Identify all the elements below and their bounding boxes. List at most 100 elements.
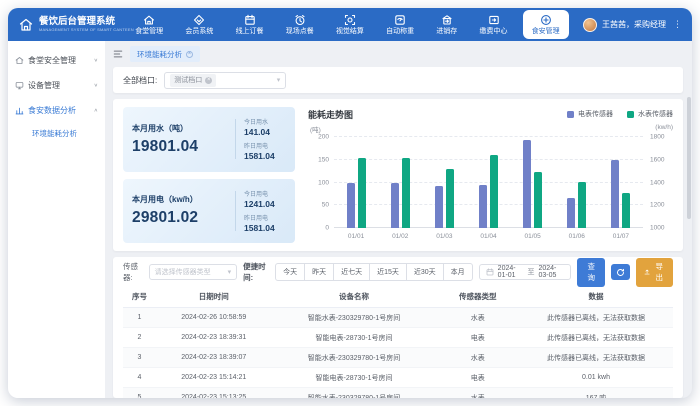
bar-电表传感器 [479,185,487,228]
main-content: 环境能耗分析 × 全部档口: 测试档口 × ▾ 本月用水（吨） 19801.04 今… [105,41,692,398]
nav-item-食堂管理[interactable]: 食堂管理 [128,11,170,38]
app-subtitle: MANAGEMENT SYSTEM OF SMART CANTEEN [39,27,134,32]
nav-item-label: 食堂管理 [135,28,163,35]
sidebar-item-食堂安全管理[interactable]: 食堂安全管理∨ [8,48,105,73]
tab-label: 环境能耗分析 [137,49,182,60]
stat-value: 19801.04 [132,138,227,156]
table-cell: 此传感器已离线，无法获取数据 [519,348,673,368]
collapse-menu-icon[interactable] [113,49,123,59]
left-axis-tick: 200 [318,134,329,141]
date-start: 2024-01-01 [498,265,524,279]
x-axis-label: 01/06 [569,233,585,240]
stat-divider [235,191,236,231]
chevron-down-icon: ▾ [228,268,232,276]
quick-time-本月[interactable]: 本月 [443,263,473,281]
quick-time-昨天[interactable]: 昨天 [304,263,334,281]
stall-tag-remove-icon[interactable]: × [205,77,212,84]
auto-weigh-icon [394,14,406,26]
table-cell: 水表 [437,308,520,328]
sidebar-item-label: 食安数据分析 [28,105,90,116]
nav-item-会员系统[interactable]: 会员系统 [178,11,220,38]
stat-title: 本月用水（吨） [132,123,227,134]
nav-item-现场点餐[interactable]: 现场点餐 [279,11,321,38]
date-end: 2024-03-05 [538,265,564,279]
scrollbar-track[interactable] [686,41,692,398]
sensor-filter-label: 传感器: [123,261,143,283]
stat-card-0: 本月用水（吨）19801.04今日用水141.04昨日用电1581.04 [123,107,295,172]
tab-close-icon[interactable]: × [186,51,193,58]
legend-swatch [627,111,634,118]
bar-电表传感器 [567,198,575,228]
column-header-序号: 序号 [123,286,156,308]
x-axis-label: 01/02 [392,233,408,240]
app-window: 餐饮后台管理系统 MANAGEMENT SYSTEM OF SMART CANT… [8,8,692,398]
quick-time-近30天[interactable]: 近30天 [406,263,444,281]
legend-item-水表传感器[interactable]: 水表传感器 [627,109,673,119]
bar-电表传感器 [523,140,531,228]
stat-sub-label: 今日用水 [244,117,286,126]
column-header-传感器类型: 传感器类型 [437,286,520,308]
nav-item-进销存[interactable]: 进销存 [429,11,464,38]
nav-item-线上订餐[interactable]: 线上订餐 [229,11,271,38]
sidebar-subitem-环境能耗分析[interactable]: 环境能耗分析 [8,123,105,144]
bar-group-01/01: 01/01 [347,137,366,228]
nav-item-缴费中心[interactable]: 缴费中心 [473,11,515,38]
nav-item-label: 自动称重 [386,28,414,35]
nav-item-视觉结算[interactable]: 视觉结算 [329,11,371,38]
scrollbar-thumb[interactable] [687,97,691,219]
sensor-type-select[interactable]: 请选择传感器类型 ▾ [149,264,238,280]
legend-item-电表传感器[interactable]: 电表传感器 [567,109,613,119]
app-logo: 餐饮后台管理系统 MANAGEMENT SYSTEM OF SMART CANT… [18,17,114,33]
inventory-icon [441,14,453,26]
stall-filter-bar: 全部档口: 测试档口 × ▾ [113,67,683,93]
search-button[interactable]: 查询 [577,258,605,287]
quick-time-今天[interactable]: 今天 [275,263,305,281]
canteen-safety-icon [15,56,24,65]
tab-bar: 环境能耗分析 × [113,46,683,62]
bar-水表传感器 [358,158,366,228]
quick-time-近15天[interactable]: 近15天 [369,263,407,281]
nav-item-label: 食安管理 [532,28,560,35]
stall-select[interactable]: 测试档口 × ▾ [164,72,286,89]
sidebar-item-食安数据分析[interactable]: 食安数据分析∧ [8,98,105,123]
sidebar-item-label: 食堂安全管理 [28,55,90,66]
nav-item-自动称重[interactable]: 自动称重 [379,11,421,38]
right-axis-unit: (kw/h) [655,124,673,131]
table-cell: 2024-02-23 15:14:21 [156,368,272,388]
table-row: 52024-02-23 15:13:25智能水表-230329780-1号房间水… [123,388,673,399]
date-range-picker[interactable]: 2024-01-01 至 2024-03-05 [479,264,572,280]
legend-label: 电表传感器 [578,109,613,119]
stat-title: 本月用电（kw/h） [132,194,227,205]
nav-item-食安管理[interactable]: 食安管理 [523,10,569,39]
onsite-order-icon [294,14,306,26]
right-axis-tick: 1800 [650,134,664,141]
sidebar-item-设备管理[interactable]: 设备管理∨ [8,73,105,98]
sidebar-item-label: 设备管理 [28,80,90,91]
table-cell: 1 [123,308,156,328]
table-row: 22024-02-23 18:39:31智能电表-28730-1号房间电表此传感… [123,328,673,348]
energy-overview-card: 本月用水（吨）19801.04今日用水141.04昨日用电1581.04本月用电… [113,99,683,251]
table-cell: 0.01 kwh [519,368,673,388]
member-icon [193,14,205,26]
quick-time-group: 今天昨天近七天近15天近30天本月 [275,263,473,281]
legend-label: 水表传感器 [638,109,673,119]
refresh-button[interactable] [611,264,630,280]
more-menu-icon[interactable]: ⋮ [671,19,684,30]
table-cell: 智能水表-230329780-1号房间 [272,388,437,399]
export-button[interactable]: 导出 [636,258,673,287]
date-separator: 至 [527,267,534,277]
top-header: 餐饮后台管理系统 MANAGEMENT SYSTEM OF SMART CANT… [8,8,692,41]
column-header-数据: 数据 [519,286,673,308]
nav-item-label: 进销存 [436,28,457,35]
stat-cards: 本月用水（吨）19801.04今日用水141.04昨日用电1581.04本月用电… [123,107,295,243]
table-header: 序号日期时间设备名称传感器类型数据 [123,286,673,308]
tab-env-energy[interactable]: 环境能耗分析 × [130,46,200,62]
table-cell: 2024-02-23 18:39:31 [156,328,272,348]
energy-trend-chart: 能耗走势图 电表传感器水表传感器 (吨) (kw/h) 010005012001… [295,107,673,243]
user-menu[interactable]: 王茜茜，采购经理 ⋮ [583,18,684,32]
sensor-select-placeholder: 请选择传感器类型 [155,267,211,277]
avatar [583,18,597,32]
food-safety-icon [540,14,552,26]
nav-item-label: 视觉结算 [336,28,364,35]
quick-time-近七天[interactable]: 近七天 [333,263,370,281]
